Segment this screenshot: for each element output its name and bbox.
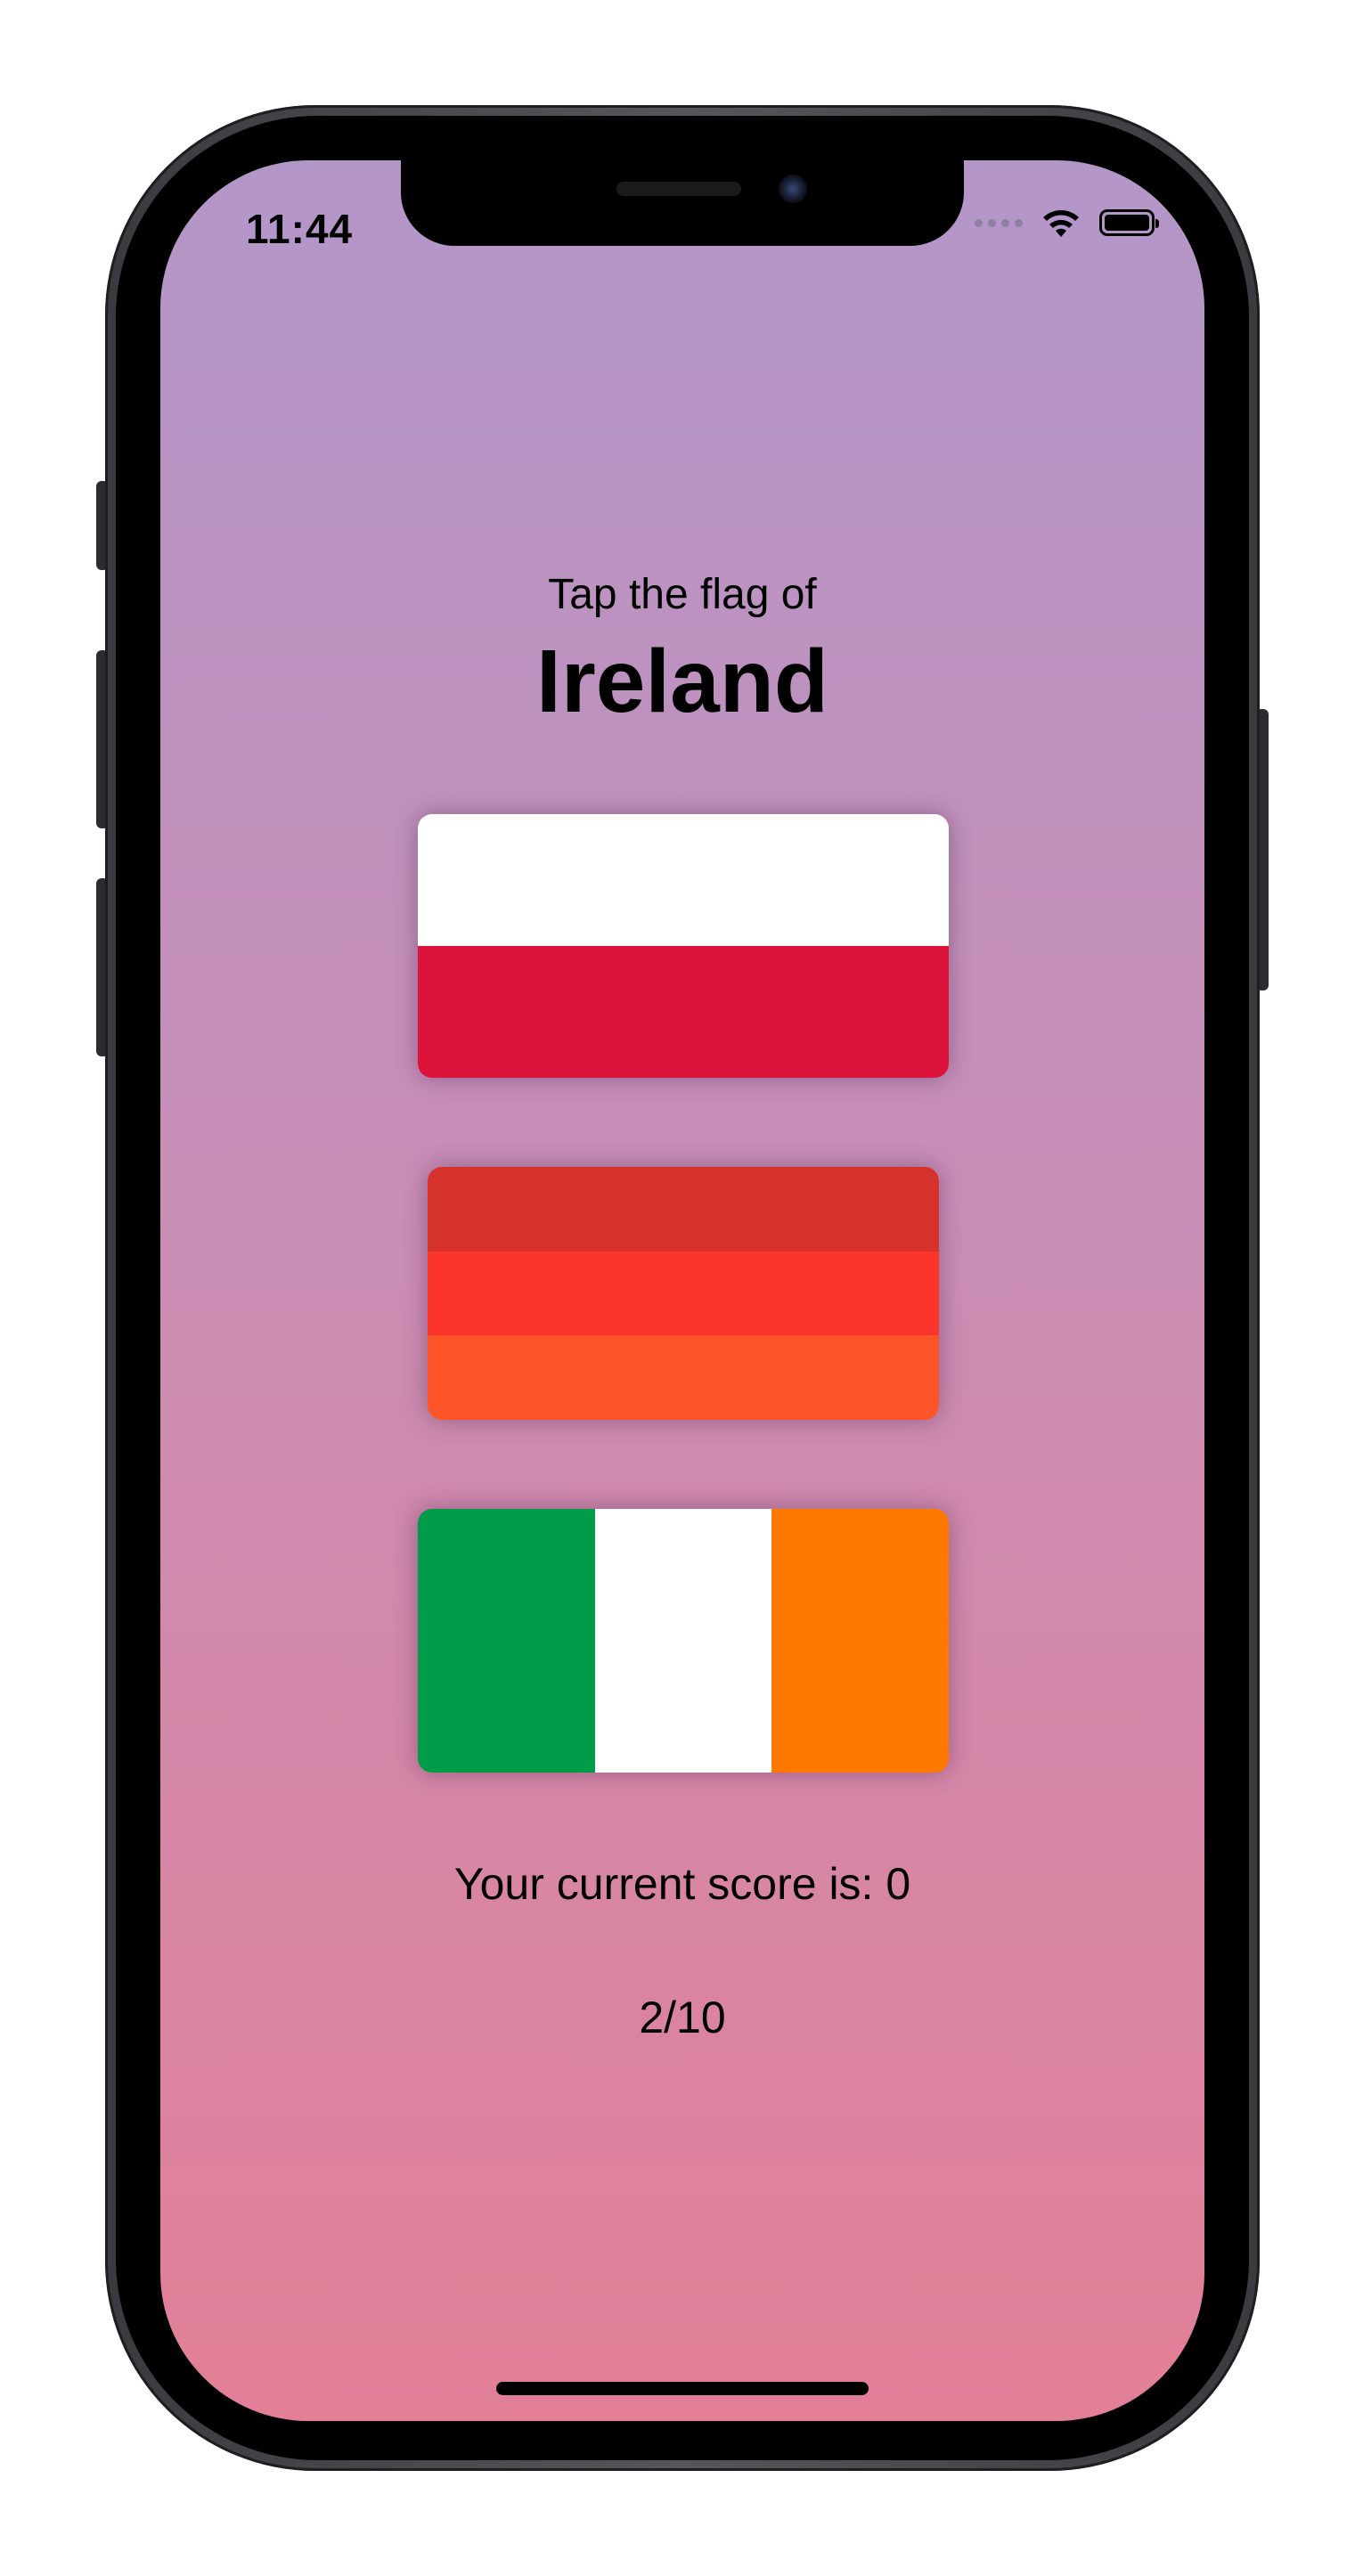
question-prompt: Tap the flag of xyxy=(548,571,817,618)
app-screen: 11:44 Tap the flag of Ireland Your curre… xyxy=(160,160,1204,2421)
front-camera xyxy=(779,175,807,203)
notch xyxy=(401,160,964,246)
flag-button-poland[interactable] xyxy=(418,814,949,1078)
status-time: 11:44 xyxy=(246,206,354,252)
flag-stripe xyxy=(418,946,949,1078)
cellular-icon xyxy=(975,218,1023,227)
question-progress: 2/10 xyxy=(639,1993,726,2042)
battery-level xyxy=(1105,215,1149,231)
earpiece-speaker xyxy=(616,182,741,196)
flag-stripe xyxy=(428,1251,939,1336)
score-label: Your current score is: 0 xyxy=(453,1859,911,1909)
status-indicators xyxy=(975,207,1159,239)
flag-stripe xyxy=(594,1509,772,1773)
flag-button-ireland[interactable] xyxy=(418,1509,949,1773)
flag-button-tricolor[interactable] xyxy=(428,1167,939,1420)
flag-stripe xyxy=(428,1335,939,1420)
flag-stripe xyxy=(418,1509,595,1773)
target-country: Ireland xyxy=(536,632,828,731)
wifi-icon xyxy=(1043,210,1079,237)
home-indicator[interactable] xyxy=(496,2382,869,2395)
flag-stripe xyxy=(771,1509,949,1773)
battery-icon xyxy=(1099,209,1159,236)
flag-stripe xyxy=(428,1167,939,1251)
flag-stripe xyxy=(418,814,949,946)
